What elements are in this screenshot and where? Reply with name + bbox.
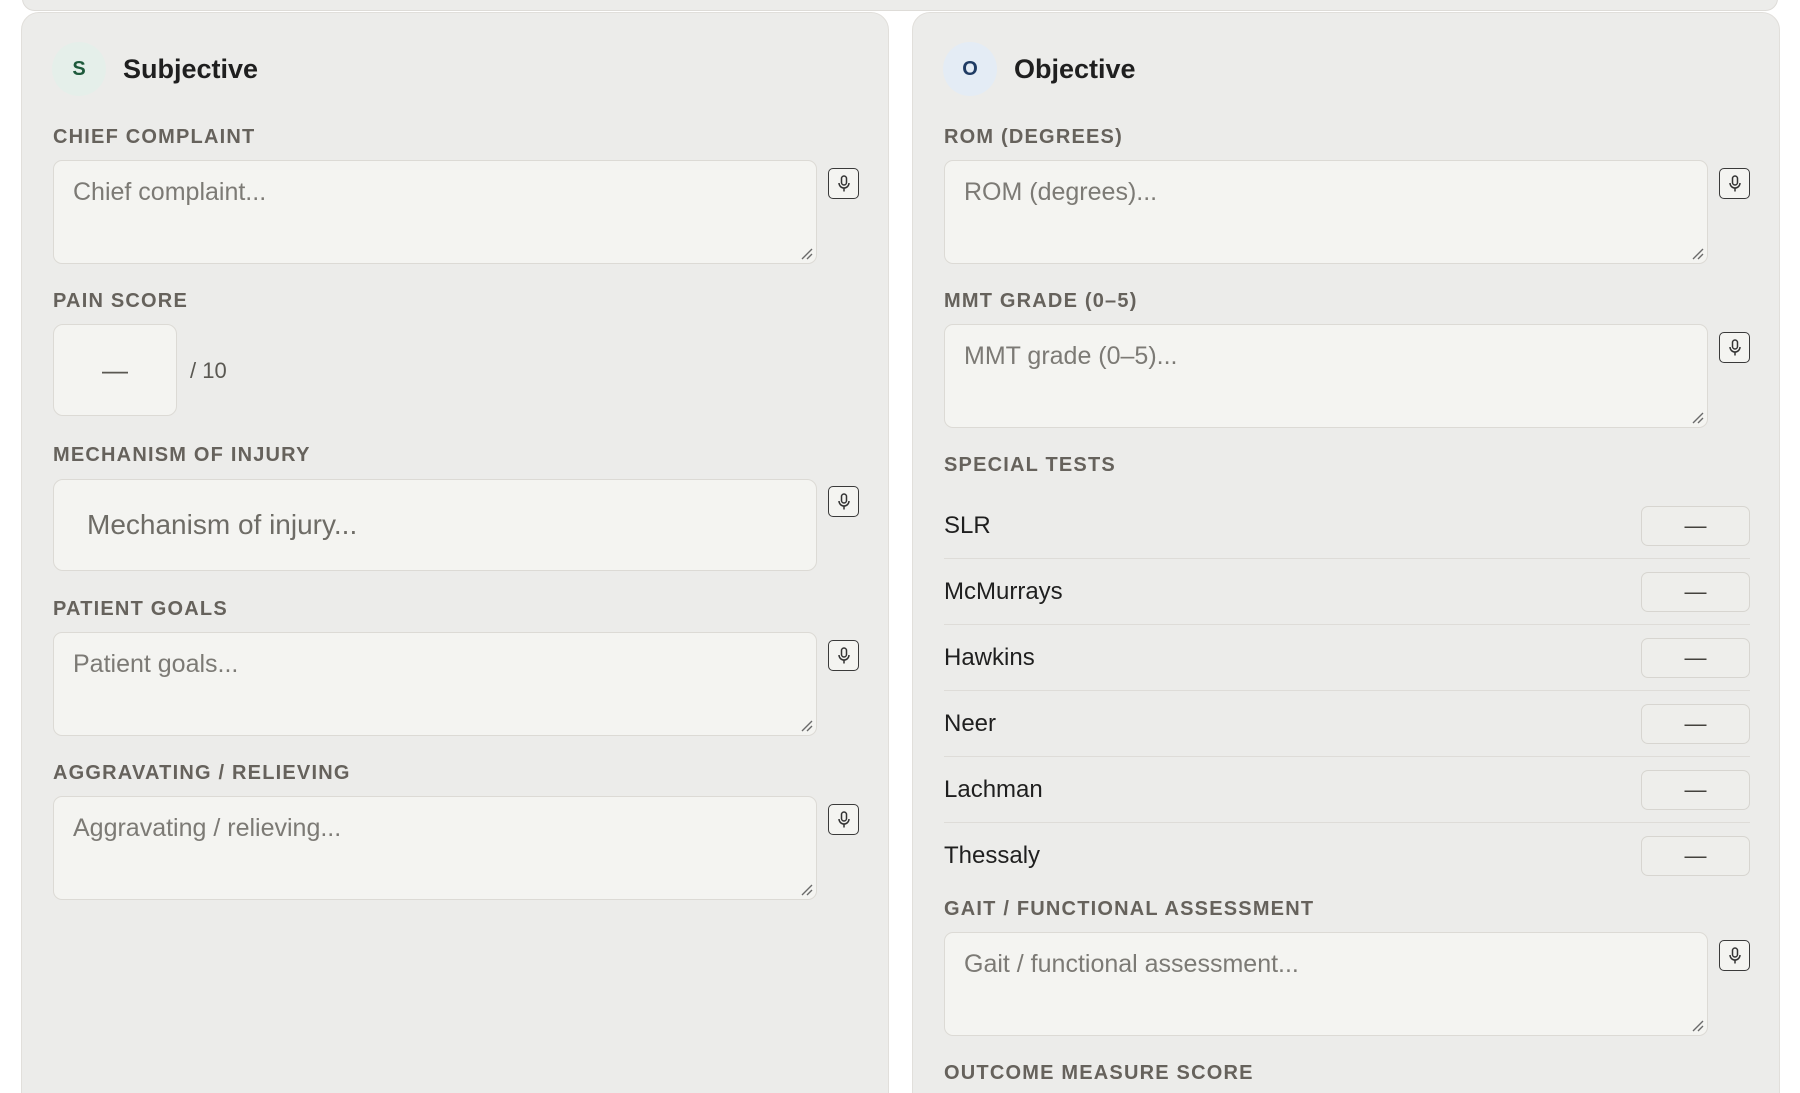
mmt-input[interactable]: MMT grade (0–5)...: [944, 324, 1708, 428]
microphone-icon: [837, 492, 850, 509]
gait-mic-button[interactable]: [1719, 940, 1750, 971]
pain-score-label: PAIN SCORE: [53, 290, 188, 312]
resize-grip-icon[interactable]: [1690, 246, 1704, 260]
special-test-select[interactable]: —: [1641, 769, 1750, 810]
microphone-icon: [837, 810, 850, 827]
mmt-placeholder: MMT grade (0–5)...: [964, 342, 1178, 370]
special-test-select[interactable]: —: [1641, 505, 1750, 546]
patient-goals-label: PATIENT GOALS: [53, 598, 228, 620]
special-test-select[interactable]: —: [1641, 703, 1750, 744]
mmt-label: MMT GRADE (0–5): [944, 290, 1138, 312]
special-test-select[interactable]: —: [1641, 637, 1750, 678]
special-test-name: Thessaly: [944, 842, 1041, 869]
special-test-row: Thessaly —: [944, 823, 1750, 889]
aggravating-mic-button[interactable]: [828, 804, 859, 835]
chief-complaint-label: CHIEF COMPLAINT: [53, 126, 256, 148]
special-test-name: Neer: [944, 709, 997, 737]
aggravating-input[interactable]: Aggravating / relieving...: [53, 796, 817, 900]
subjective-badge: S: [52, 42, 106, 96]
subjective-title: Subjective: [123, 53, 259, 84]
rom-mic-button[interactable]: [1719, 168, 1750, 199]
subjective-header: S Subjective: [52, 41, 258, 97]
subjective-panel: S Subjective CHIEF COMPLAINT Chief compl…: [21, 12, 889, 1093]
special-test-row: SLR —: [944, 493, 1750, 559]
special-test-name: Hawkins: [944, 643, 1035, 671]
resize-grip-icon[interactable]: [799, 246, 813, 260]
special-test-row: Neer —: [944, 691, 1750, 757]
special-test-row: Hawkins —: [944, 625, 1750, 691]
mechanism-mic-button[interactable]: [828, 486, 859, 517]
microphone-icon: [1728, 338, 1741, 355]
special-test-select[interactable]: —: [1641, 836, 1750, 876]
microphone-icon: [837, 174, 850, 191]
top-card-edge: [22, 0, 1778, 11]
objective-badge: O: [943, 42, 997, 96]
resize-grip-icon[interactable]: [1690, 410, 1704, 424]
special-test-name: McMurrays: [944, 577, 1063, 605]
microphone-icon: [1728, 946, 1741, 963]
special-test-name: Lachman: [944, 775, 1043, 803]
patient-goals-input[interactable]: Patient goals...: [53, 632, 817, 736]
microphone-icon: [1728, 174, 1741, 191]
objective-title: Objective: [1014, 53, 1136, 84]
objective-panel: O Objective ROM (DEGREES) ROM (degrees).…: [912, 12, 1780, 1093]
pain-score-input[interactable]: —: [53, 324, 177, 416]
pain-score-suffix: / 10: [190, 358, 227, 383]
resize-grip-icon[interactable]: [1690, 1018, 1704, 1032]
outcome-label: OUTCOME MEASURE SCORE: [944, 1062, 1254, 1084]
gait-placeholder: Gait / functional assessment...: [964, 950, 1299, 978]
microphone-icon: [837, 646, 850, 663]
gait-label: GAIT / FUNCTIONAL ASSESSMENT: [944, 898, 1315, 920]
patient-goals-mic-button[interactable]: [828, 640, 859, 671]
aggravating-label: AGGRAVATING / RELIEVING: [53, 762, 351, 784]
chief-complaint-input[interactable]: Chief complaint...: [53, 160, 817, 264]
resize-grip-icon[interactable]: [799, 882, 813, 896]
objective-header: O Objective: [943, 41, 1136, 97]
special-test-row: McMurrays —: [944, 559, 1750, 625]
mechanism-input[interactable]: Mechanism of injury...: [53, 479, 817, 571]
special-test-name: SLR: [944, 511, 991, 539]
aggravating-placeholder: Aggravating / relieving...: [73, 814, 342, 842]
chief-complaint-placeholder: Chief complaint...: [73, 178, 267, 206]
rom-label: ROM (DEGREES): [944, 126, 1123, 148]
chief-complaint-mic-button[interactable]: [828, 168, 859, 199]
mechanism-placeholder: Mechanism of injury...: [87, 509, 358, 540]
special-tests-label: SPECIAL TESTS: [944, 454, 1116, 476]
mechanism-label: MECHANISM OF INJURY: [53, 444, 311, 466]
mmt-mic-button[interactable]: [1719, 332, 1750, 363]
patient-goals-placeholder: Patient goals...: [73, 650, 239, 678]
rom-input[interactable]: ROM (degrees)...: [944, 160, 1708, 264]
special-test-select[interactable]: —: [1641, 571, 1750, 612]
special-test-row: Lachman —: [944, 757, 1750, 823]
resize-grip-icon[interactable]: [799, 718, 813, 732]
gait-input[interactable]: Gait / functional assessment...: [944, 932, 1708, 1036]
rom-placeholder: ROM (degrees)...: [964, 178, 1158, 206]
